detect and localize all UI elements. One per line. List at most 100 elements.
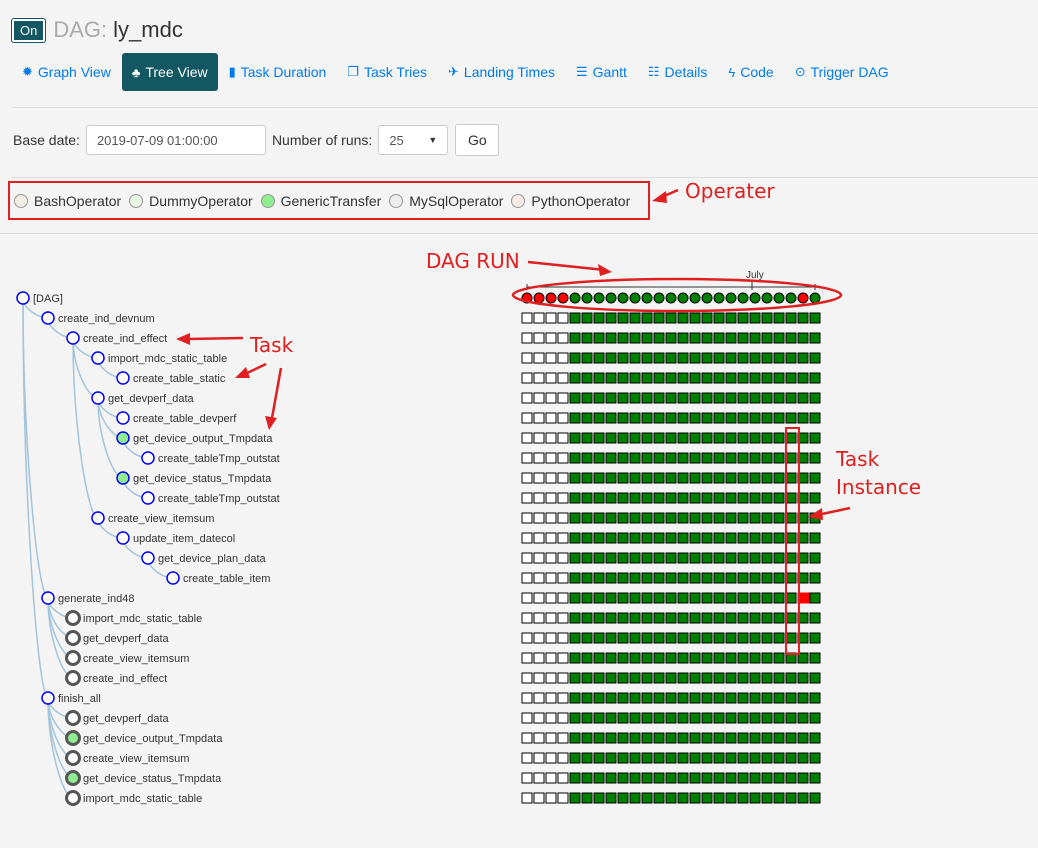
task-instance-square[interactable] <box>737 572 749 584</box>
task-instance-square[interactable] <box>713 452 725 464</box>
task-instance-square[interactable] <box>689 692 701 704</box>
task-instance-square[interactable] <box>725 432 737 444</box>
dag-run-circle[interactable] <box>617 292 629 304</box>
task-instance-square[interactable] <box>785 352 797 364</box>
task-instance-square[interactable] <box>605 552 617 564</box>
task-instance-square[interactable] <box>605 312 617 324</box>
task-instance-square[interactable] <box>761 772 773 784</box>
task-instance-square[interactable] <box>737 732 749 744</box>
task-instance-square[interactable] <box>581 532 593 544</box>
task-instance-square[interactable] <box>689 472 701 484</box>
task-instance-square[interactable] <box>521 332 533 344</box>
task-label[interactable]: generate_ind48 <box>58 593 134 605</box>
task-instance-square[interactable] <box>533 712 545 724</box>
task-instance-square[interactable] <box>641 352 653 364</box>
task-node[interactable] <box>141 451 155 465</box>
task-instance-square[interactable] <box>629 692 641 704</box>
task-instance-square[interactable] <box>773 452 785 464</box>
task-instance-square[interactable] <box>605 772 617 784</box>
dag-run-circle[interactable] <box>641 292 653 304</box>
task-instance-square[interactable] <box>773 692 785 704</box>
task-instance-square[interactable] <box>545 312 557 324</box>
task-node[interactable] <box>65 710 81 726</box>
task-instance-square[interactable] <box>593 572 605 584</box>
task-instance-square[interactable] <box>797 732 809 744</box>
task-instance-square[interactable] <box>605 352 617 364</box>
task-instance-square[interactable] <box>581 372 593 384</box>
task-instance-square[interactable] <box>809 712 821 724</box>
task-instance-square[interactable] <box>737 632 749 644</box>
task-instance-square[interactable] <box>581 612 593 624</box>
task-instance-square[interactable] <box>761 672 773 684</box>
dag-run-circle[interactable] <box>653 292 665 304</box>
dag-run-circle[interactable] <box>809 292 821 304</box>
task-instance-square[interactable] <box>761 332 773 344</box>
task-instance-square[interactable] <box>533 672 545 684</box>
task-instance-square[interactable] <box>677 552 689 564</box>
task-instance-square[interactable] <box>725 332 737 344</box>
task-instance-square[interactable] <box>653 632 665 644</box>
task-instance-square[interactable] <box>701 772 713 784</box>
task-instance-square[interactable] <box>797 372 809 384</box>
task-instance-square[interactable] <box>581 312 593 324</box>
task-instance-square[interactable] <box>629 432 641 444</box>
task-instance-square[interactable] <box>665 312 677 324</box>
task-instance-square[interactable] <box>533 752 545 764</box>
task-label[interactable]: get_device_status_Tmpdata <box>133 473 272 485</box>
task-instance-square[interactable] <box>797 352 809 364</box>
task-instance-square[interactable] <box>749 532 761 544</box>
task-instance-square[interactable] <box>617 712 629 724</box>
task-instance-square[interactable] <box>665 472 677 484</box>
task-instance-square[interactable] <box>569 652 581 664</box>
task-node[interactable] <box>65 650 81 666</box>
task-instance-square[interactable] <box>545 512 557 524</box>
task-instance-square[interactable] <box>761 612 773 624</box>
task-instance-square[interactable] <box>569 452 581 464</box>
task-instance-square[interactable] <box>749 632 761 644</box>
task-instance-square[interactable] <box>569 592 581 604</box>
task-instance-square[interactable] <box>617 312 629 324</box>
task-instance-square[interactable] <box>761 432 773 444</box>
task-instance-square[interactable] <box>725 392 737 404</box>
task-instance-square[interactable] <box>653 572 665 584</box>
task-instance-square[interactable] <box>785 552 797 564</box>
dag-run-circle[interactable] <box>605 292 617 304</box>
task-label[interactable]: create_ind_devnum <box>58 313 155 325</box>
task-instance-square[interactable] <box>725 752 737 764</box>
task-instance-square[interactable] <box>677 792 689 804</box>
task-instance-square[interactable] <box>785 392 797 404</box>
task-instance-square[interactable] <box>737 672 749 684</box>
task-instance-square[interactable] <box>569 752 581 764</box>
task-instance-square[interactable] <box>641 592 653 604</box>
task-instance-square[interactable] <box>725 592 737 604</box>
task-instance-square[interactable] <box>593 372 605 384</box>
task-instance-square[interactable] <box>677 432 689 444</box>
task-instance-square[interactable] <box>533 472 545 484</box>
task-instance-square[interactable] <box>725 412 737 424</box>
task-instance-square[interactable] <box>725 692 737 704</box>
task-instance-square[interactable] <box>713 372 725 384</box>
task-instance-square[interactable] <box>617 352 629 364</box>
task-instance-square[interactable] <box>521 792 533 804</box>
task-node[interactable] <box>65 750 81 766</box>
task-instance-square[interactable] <box>773 432 785 444</box>
task-instance-square[interactable] <box>545 692 557 704</box>
task-node[interactable] <box>65 670 81 686</box>
task-instance-square[interactable] <box>677 732 689 744</box>
task-instance-square[interactable] <box>641 572 653 584</box>
task-instance-square[interactable] <box>785 632 797 644</box>
task-instance-square[interactable] <box>713 772 725 784</box>
task-instance-square[interactable] <box>557 572 569 584</box>
task-instance-square[interactable] <box>605 572 617 584</box>
task-instance-square[interactable] <box>581 712 593 724</box>
task-instance-square[interactable] <box>629 752 641 764</box>
task-instance-square[interactable] <box>701 632 713 644</box>
task-instance-square[interactable] <box>569 632 581 644</box>
task-instance-square[interactable] <box>749 512 761 524</box>
task-instance-square[interactable] <box>677 352 689 364</box>
task-instance-square[interactable] <box>713 632 725 644</box>
task-instance-square[interactable] <box>617 632 629 644</box>
task-instance-square[interactable] <box>809 412 821 424</box>
task-instance-square[interactable] <box>533 312 545 324</box>
task-instance-square[interactable] <box>569 372 581 384</box>
